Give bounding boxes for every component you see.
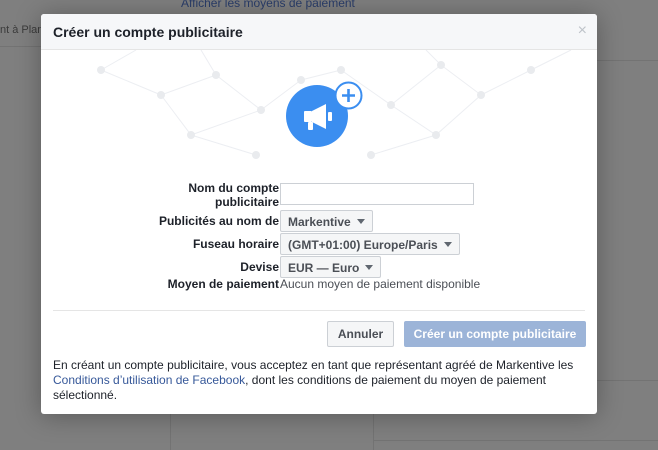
background-divider xyxy=(373,440,658,441)
currency-label: Devise xyxy=(240,260,279,274)
account-name-input[interactable] xyxy=(280,183,474,205)
currency-dropdown[interactable]: EUR — Euro xyxy=(280,256,382,278)
timezone-value: (GMT+01:00) Europe/Paris xyxy=(288,238,438,252)
create-ad-account-button[interactable]: Créer un compte publicitaire xyxy=(404,321,586,347)
dialog-header: Créer un compte publicitaire × xyxy=(41,14,597,50)
background-divider xyxy=(597,380,658,381)
ads-on-behalf-label: Publicités au nom de xyxy=(158,214,279,228)
ads-on-behalf-dropdown[interactable]: Markentive xyxy=(280,210,373,232)
timezone-dropdown[interactable]: (GMT+01:00) Europe/Paris xyxy=(280,233,460,255)
cancel-button[interactable]: Annuler xyxy=(327,321,394,347)
create-ad-account-dialog: Créer un compte publicitaire × Nom du co… xyxy=(41,14,597,414)
close-icon[interactable]: × xyxy=(578,23,587,39)
background-payment-link[interactable]: Afficher les moyens de paiement xyxy=(181,0,355,10)
account-name-label: Nom du compte publicitaire xyxy=(188,181,279,209)
chevron-down-icon xyxy=(365,265,374,270)
terms-text: En créant un compte publicitaire, vous a… xyxy=(53,358,583,403)
background-divider xyxy=(0,46,41,47)
background-divider xyxy=(170,414,171,450)
background-left-text: nt à Plan xyxy=(0,24,44,36)
chevron-down-icon xyxy=(443,242,452,247)
currency-value: EUR — Euro xyxy=(288,261,360,275)
background-divider xyxy=(373,414,374,450)
plus-icon xyxy=(334,81,363,110)
dialog-title: Créer un compte publicitaire xyxy=(53,24,243,40)
ads-on-behalf-value: Markentive xyxy=(288,215,351,229)
dialog-divider xyxy=(53,310,585,311)
terms-text-before: En créant un compte publicitaire, vous a… xyxy=(53,358,574,372)
payment-method-label: Moyen de paiement xyxy=(167,277,279,291)
chevron-down-icon xyxy=(356,219,365,224)
facebook-terms-link[interactable]: Conditions d’utilisation de Facebook xyxy=(53,373,245,387)
timezone-label: Fuseau horaire xyxy=(192,237,279,251)
background-divider xyxy=(597,60,658,61)
payment-method-value: Aucun moyen de paiement disponible xyxy=(280,277,481,291)
